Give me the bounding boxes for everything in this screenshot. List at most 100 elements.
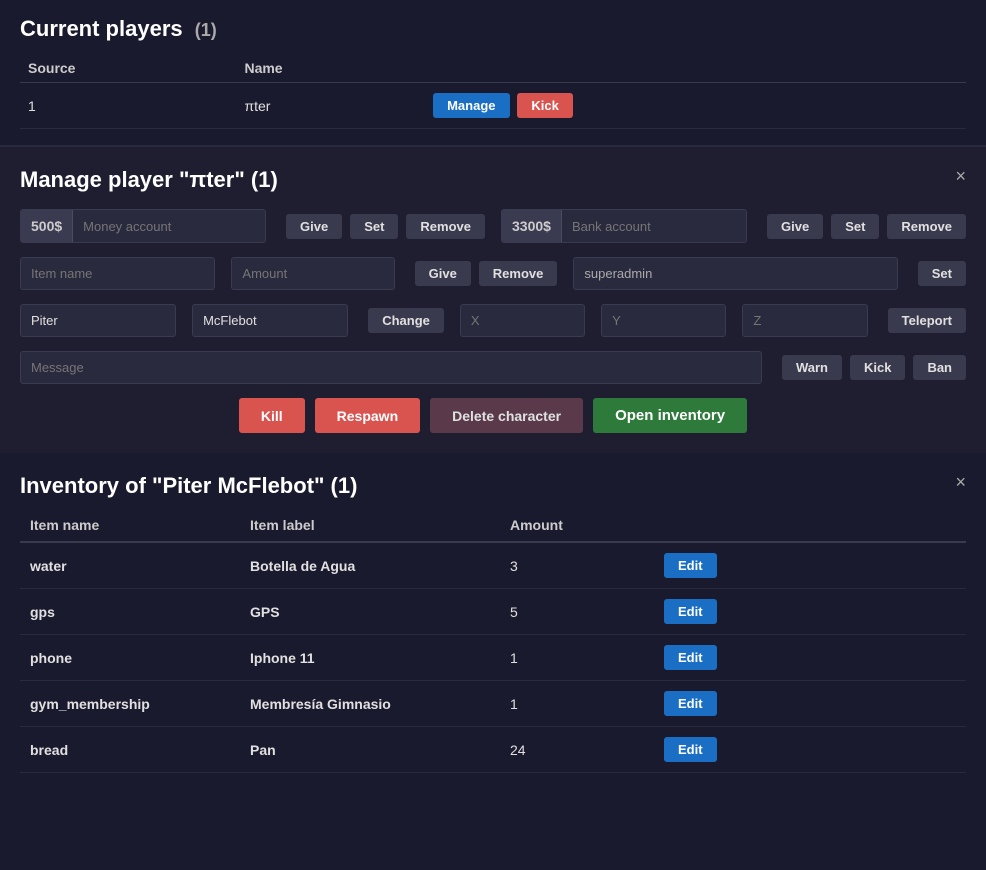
edit-item-button[interactable]: Edit — [664, 737, 717, 762]
inv-item-amount: 1 — [500, 681, 650, 727]
kick-player-button[interactable]: Kick — [517, 93, 572, 118]
inv-col-action — [650, 509, 966, 542]
inventory-section: × Inventory of "Piter McFlebot" (1) Item… — [0, 453, 986, 793]
x-input[interactable] — [461, 305, 584, 336]
bank-account-group: 3300$ — [501, 209, 747, 243]
name-change-button[interactable]: Change — [368, 308, 444, 333]
bank-remove-button[interactable]: Remove — [887, 214, 966, 239]
name-teleport-row: Change Teleport — [20, 304, 966, 337]
inv-item-name: bread — [20, 727, 240, 773]
edit-item-button[interactable]: Edit — [664, 553, 717, 578]
firstname-input[interactable] — [21, 305, 175, 336]
message-btn-group: Warn Kick Ban — [778, 355, 966, 380]
inv-item-edit: Edit — [650, 727, 966, 773]
bank-account-input[interactable] — [562, 211, 746, 242]
manage-close-button[interactable]: × — [955, 167, 966, 185]
inv-item-label: Membresía Gimnasio — [240, 681, 500, 727]
player-name: πter — [236, 83, 421, 129]
players-table: Source Name 1 πter Manage Kick — [20, 54, 966, 129]
inv-item-label: Iphone 11 — [240, 635, 500, 681]
manage-player-section: × Manage player "πter" (1) 500$ Give Set… — [0, 147, 986, 453]
money-give-button[interactable]: Give — [286, 214, 342, 239]
bank-set-button[interactable]: Set — [831, 214, 879, 239]
money-account-group: 500$ — [20, 209, 266, 243]
superadmin-btn-group: Set — [914, 261, 966, 286]
amount-input[interactable] — [232, 258, 393, 289]
z-input[interactable] — [743, 305, 866, 336]
action-buttons-row: Kill Respawn Delete character Open inven… — [20, 398, 966, 433]
message-group — [20, 351, 762, 384]
respawn-button[interactable]: Respawn — [315, 398, 420, 433]
bank-give-button[interactable]: Give — [767, 214, 823, 239]
superadmin-group — [573, 257, 897, 290]
name-btn-group: Change — [364, 308, 444, 333]
warn-button[interactable]: Warn — [782, 355, 842, 380]
money-remove-button[interactable]: Remove — [406, 214, 485, 239]
col-source: Source — [20, 54, 236, 83]
firstname-group — [20, 304, 176, 337]
inv-item-amount: 5 — [500, 589, 650, 635]
teleport-button[interactable]: Teleport — [888, 308, 966, 333]
money-set-button[interactable]: Set — [350, 214, 398, 239]
current-players-title: Current players (1) — [20, 16, 966, 42]
money-prefix: 500$ — [21, 210, 73, 242]
inv-item-name: phone — [20, 635, 240, 681]
item-name-group — [20, 257, 215, 290]
kick-button[interactable]: Kick — [850, 355, 905, 380]
player-actions: Manage Kick — [421, 83, 966, 129]
item-give-button[interactable]: Give — [415, 261, 471, 286]
ban-button[interactable]: Ban — [913, 355, 966, 380]
edit-item-button[interactable]: Edit — [664, 599, 717, 624]
inv-col-name: Item name — [20, 509, 240, 542]
inv-item-label: GPS — [240, 589, 500, 635]
kill-button[interactable]: Kill — [239, 398, 305, 433]
lastname-input[interactable] — [193, 305, 347, 336]
teleport-btn-group: Teleport — [884, 308, 966, 333]
manage-player-title: Manage player "πter" (1) — [20, 167, 966, 193]
inv-col-amount: Amount — [500, 509, 650, 542]
inv-col-label: Item label — [240, 509, 500, 542]
inv-item-label: Pan — [240, 727, 500, 773]
money-account-input[interactable] — [73, 211, 265, 242]
y-group — [601, 304, 726, 337]
money-btn-group: Give Set Remove — [282, 214, 485, 239]
open-inventory-button[interactable]: Open inventory — [593, 398, 747, 433]
amount-group — [231, 257, 394, 290]
x-group — [460, 304, 585, 337]
col-name: Name — [236, 54, 421, 83]
inv-item-amount: 24 — [500, 727, 650, 773]
list-item: water Botella de Agua 3 Edit — [20, 542, 966, 589]
inv-item-name: gym_membership — [20, 681, 240, 727]
col-actions — [421, 54, 966, 83]
inv-item-edit: Edit — [650, 681, 966, 727]
list-item: gps GPS 5 Edit — [20, 589, 966, 635]
bank-prefix: 3300$ — [502, 210, 562, 242]
z-group — [742, 304, 867, 337]
table-row: 1 πter Manage Kick — [20, 83, 966, 129]
message-input[interactable] — [21, 352, 761, 383]
superadmin-set-button[interactable]: Set — [918, 261, 966, 286]
delete-character-button[interactable]: Delete character — [430, 398, 583, 433]
edit-item-button[interactable]: Edit — [664, 645, 717, 670]
y-input[interactable] — [602, 305, 725, 336]
inv-item-amount: 1 — [500, 635, 650, 681]
manage-player-button[interactable]: Manage — [433, 93, 509, 118]
inv-item-amount: 3 — [500, 542, 650, 589]
list-item: phone Iphone 11 1 Edit — [20, 635, 966, 681]
inv-item-name: water — [20, 542, 240, 589]
edit-item-button[interactable]: Edit — [664, 691, 717, 716]
lastname-group — [192, 304, 348, 337]
current-players-title-text: Current players — [20, 16, 183, 41]
inv-item-name: gps — [20, 589, 240, 635]
item-remove-button[interactable]: Remove — [479, 261, 558, 286]
bank-btn-group: Give Set Remove — [763, 214, 966, 239]
inv-item-edit: Edit — [650, 542, 966, 589]
inv-item-edit: Edit — [650, 589, 966, 635]
inventory-close-button[interactable]: × — [955, 473, 966, 491]
superadmin-input[interactable] — [574, 258, 896, 289]
item-name-input[interactable] — [21, 258, 214, 289]
item-row: Give Remove Set — [20, 257, 966, 290]
item-btn-group: Give Remove — [411, 261, 558, 286]
inventory-table: Item name Item label Amount water Botell… — [20, 509, 966, 773]
message-row: Warn Kick Ban — [20, 351, 966, 384]
